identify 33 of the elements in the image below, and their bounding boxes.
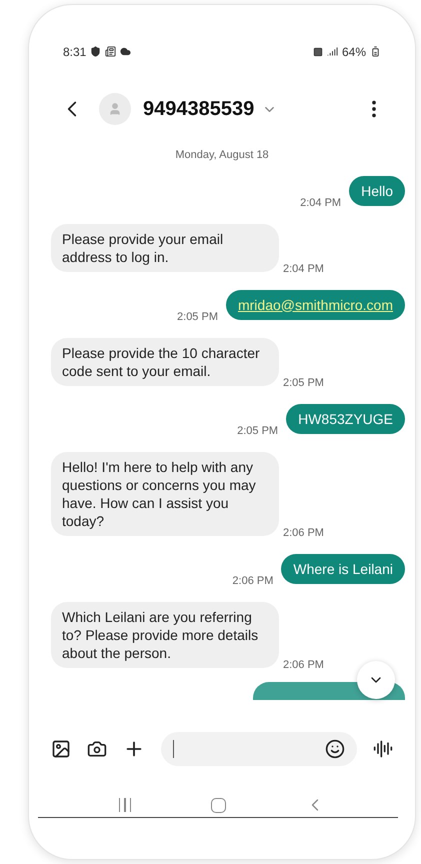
shield-icon — [90, 46, 102, 57]
battery-percentage: 64% — [342, 44, 366, 60]
cloud-icon — [120, 46, 132, 57]
scroll-down-button[interactable] — [357, 660, 395, 698]
email-link[interactable]: mridao@smithmicro.com — [238, 296, 393, 312]
recent-apps-icon[interactable] — [118, 798, 132, 812]
message-time: 2:06 PM — [232, 574, 274, 589]
sent-message-bubble: Where is Leilani — [281, 554, 405, 584]
received-message-bubble: Hello! I'm here to help with any questions or concerns you may have. How can I assist you today? — [51, 452, 279, 536]
voice-icon[interactable] — [373, 739, 393, 759]
news-icon — [105, 46, 116, 57]
received-message-bubble: Please provide the 10 character code sent to your email. — [51, 338, 279, 386]
home-icon[interactable] — [210, 798, 226, 812]
message-time: 2:05 PM — [177, 310, 218, 325]
status-time: 8:31 — [63, 44, 86, 60]
battery-icon — [370, 46, 381, 57]
contact-avatar — [99, 93, 131, 125]
sent-message-bubble: Hello — [349, 176, 405, 206]
received-message-bubble: Please provide your email address to log in. — [51, 224, 279, 272]
gallery-icon[interactable] — [51, 739, 71, 759]
message-time: 2:05 PM — [283, 376, 324, 391]
sent-message-bubble: HW853ZYUGE — [286, 404, 405, 434]
received-message-bubble: Which Leilani are you referring to? Please provide more details about the person. — [51, 602, 279, 668]
message-time: 2:05 PM — [237, 424, 278, 439]
message-time: 2:06 PM — [283, 658, 324, 673]
message-time: 2:06 PM — [283, 526, 324, 541]
camera-icon[interactable] — [87, 739, 107, 759]
message-time: 2:04 PM — [300, 196, 342, 211]
message-time: 2:04 PM — [283, 262, 324, 277]
date-divider: Monday, August 18 — [175, 148, 269, 163]
contact-name[interactable]: 9494385539 — [143, 94, 254, 124]
message-input-field[interactable] — [161, 732, 357, 766]
emoji-icon[interactable] — [325, 739, 345, 759]
